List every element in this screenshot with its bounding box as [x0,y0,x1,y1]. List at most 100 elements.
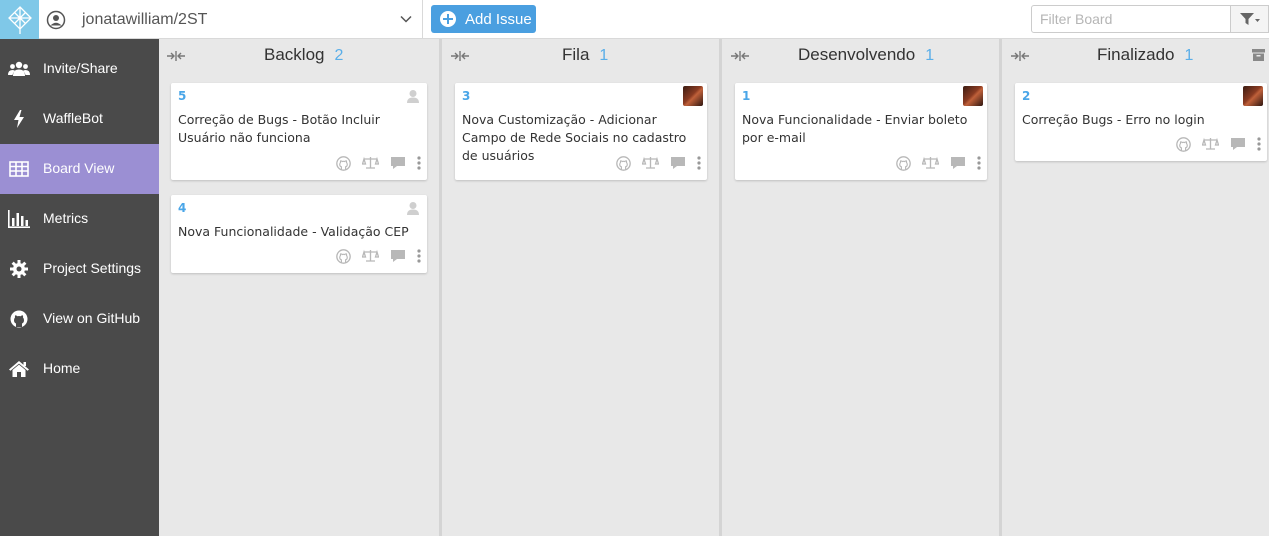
repo-selector[interactable]: jonatawilliam/2ST [39,0,423,39]
issue-number: 1 [742,89,751,103]
card-actions [336,155,421,171]
sidebar-item-label: Invite/Share [43,60,118,76]
column-count: 1 [925,47,935,64]
scale-icon[interactable] [362,249,379,263]
archive-icon[interactable] [1252,49,1265,61]
github-icon[interactable] [336,248,351,264]
collapse-column-icon[interactable] [731,51,749,61]
grid-icon [8,159,30,179]
assignee-avatar[interactable] [1243,86,1263,106]
sidebar-item-label: Board View [43,160,115,176]
repo-name: jonatawilliam/2ST [82,10,208,28]
github-icon[interactable] [336,155,351,171]
column-title: Finalizado [1097,45,1175,64]
sidebar-item-label: Metrics [43,210,89,226]
filter-icon [1239,13,1260,25]
column-count: 2 [334,47,344,64]
more-options-icon[interactable] [417,156,421,170]
issue-number: 4 [178,201,187,215]
add-issue-button[interactable]: Add Issue [431,5,536,33]
issue-card[interactable]: 3 Nova Customização - Adicionar Campo de… [455,83,707,180]
github-icon [8,309,30,329]
column-header: Fila 1 [562,45,608,67]
collapse-column-icon[interactable] [1011,51,1029,61]
waffle-logo-icon [7,5,32,34]
home-icon [8,359,30,379]
sidebar-item-label: WaffleBot [43,110,103,126]
card-actions [1176,136,1261,152]
lightning-icon [8,109,30,129]
comment-icon[interactable] [670,156,686,170]
comment-icon[interactable] [1230,137,1246,151]
issue-number: 3 [462,89,471,103]
sidebar-item-invite-share[interactable]: Invite/Share [0,44,159,94]
filter-board-input[interactable] [1031,5,1231,33]
column-header: Backlog 2 [264,45,343,67]
assignee-avatar[interactable] [683,86,703,106]
column-desenvolvendo: Desenvolvendo 1 1 Nova Funcionalidade - … [723,39,999,536]
column-divider [999,39,1002,536]
filter-board [1031,5,1269,33]
column-backlog: Backlog 2 5 Correção de Bugs - Botão Inc… [159,39,439,536]
assignee-avatar[interactable] [963,86,983,106]
column-count: 1 [1184,47,1194,64]
scale-icon[interactable] [1202,137,1219,151]
sidebar-item-metrics[interactable]: Metrics [0,194,159,244]
users-icon [8,59,30,79]
more-options-icon[interactable] [417,249,421,263]
issue-card[interactable]: 5 Correção de Bugs - Botão Incluir Usuár… [171,83,427,180]
sidebar-item-project-settings[interactable]: Project Settings [0,244,159,294]
issue-number: 5 [178,89,187,103]
more-options-icon[interactable] [977,156,981,170]
sidebar-item-view-on-github[interactable]: View on GitHub [0,294,159,344]
column-header: Finalizado 1 [1097,45,1193,67]
issue-title: Nova Funcionalidade - Enviar boleto por … [742,112,968,145]
filter-dropdown-button[interactable] [1230,5,1269,33]
sidebar-item-wafflebot[interactable]: WaffleBot [0,94,159,144]
column-title: Backlog [264,45,325,64]
card-actions [336,248,421,264]
issue-card[interactable]: 2 Correção Bugs - Erro no login [1015,83,1267,161]
column-finalizado: Finalizado 1 2 Correção Bugs - Erro no l… [1003,39,1269,536]
more-options-icon[interactable] [1257,137,1261,151]
board: Backlog 2 5 Correção de Bugs - Botão Inc… [159,39,1269,536]
card-actions [616,155,701,171]
waffle-logo[interactable] [0,0,39,39]
sidebar-item-home[interactable]: Home [0,344,159,394]
github-icon[interactable] [616,155,631,171]
issue-card[interactable]: 1 Nova Funcionalidade - Enviar boleto po… [735,83,987,180]
issue-title: Nova Funcionalidade - Validação CEP [178,224,409,239]
column-title: Fila [562,45,590,64]
top-bar: jonatawilliam/2ST Add Issue [0,0,1269,39]
github-icon[interactable] [896,155,911,171]
comment-icon[interactable] [390,156,406,170]
unassigned-user-icon[interactable] [403,87,423,107]
column-count: 1 [599,47,609,64]
gear-icon [8,259,30,279]
github-icon[interactable] [1176,136,1191,152]
collapse-column-icon[interactable] [167,51,185,61]
column-title: Desenvolvendo [798,45,916,64]
chevron-down-icon [400,15,412,23]
column-header: Desenvolvendo 1 [798,45,934,67]
sidebar-item-board-view[interactable]: Board View [0,144,159,194]
unassigned-user-icon[interactable] [403,199,423,219]
issue-title: Correção de Bugs - Botão Incluir Usuário… [178,112,380,145]
scale-icon[interactable] [922,156,939,170]
column-divider [439,39,442,536]
sidebar: Invite/Share WaffleBot Board View Metric… [0,39,159,536]
comment-icon[interactable] [390,249,406,263]
more-options-icon[interactable] [697,156,701,170]
plus-circle-icon [440,11,456,27]
card-actions [896,155,981,171]
sidebar-item-label: View on GitHub [43,310,141,326]
comment-icon[interactable] [950,156,966,170]
user-circle-icon [46,10,66,29]
scale-icon[interactable] [362,156,379,170]
sidebar-item-label: Project Settings [43,260,142,276]
scale-icon[interactable] [642,156,659,170]
collapse-column-icon[interactable] [451,51,469,61]
issue-card[interactable]: 4 Nova Funcionalidade - Validação CEP [171,195,427,273]
column-divider [719,39,722,536]
issue-number: 2 [1022,89,1031,103]
